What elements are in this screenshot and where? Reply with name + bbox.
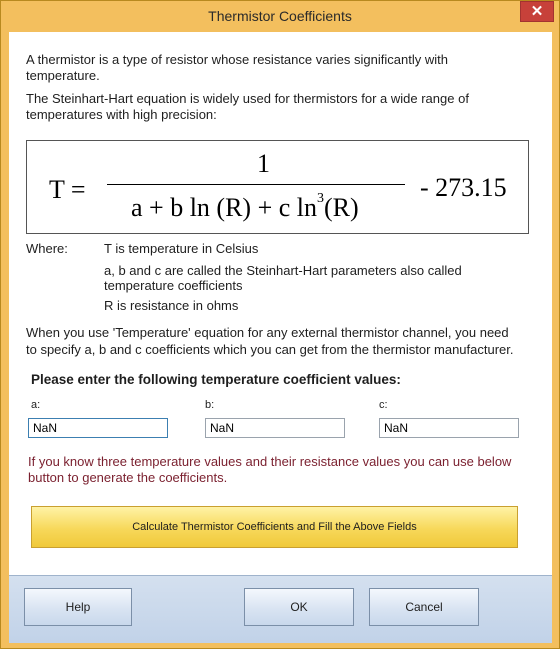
where-line-2: a, b and c are called the Steinhart-Hart… bbox=[104, 263, 462, 278]
cancel-button[interactable]: Cancel bbox=[369, 588, 479, 626]
dialog-content: A thermistor is a type of resistor whose… bbox=[9, 32, 552, 575]
button-bar: Help OK Cancel bbox=[9, 575, 552, 643]
formula-exponent: 3 bbox=[317, 191, 325, 207]
help-button[interactable]: Help bbox=[24, 588, 132, 626]
formula-denominator: a + b ln (R) + c ln3(R) bbox=[131, 191, 359, 223]
field-c-label: c: bbox=[379, 399, 388, 411]
usage-line-2: to specify a, b and c coefficients which… bbox=[26, 342, 514, 357]
intro-line-3: The Steinhart-Hart equation is widely us… bbox=[26, 91, 469, 106]
formula-lhs: T = bbox=[49, 175, 86, 204]
thermistor-dialog: Thermistor Coefficients ✕ A thermistor i… bbox=[0, 0, 560, 649]
coefficient-b-input[interactable] bbox=[205, 418, 345, 438]
where-line-3: temperature coefficients bbox=[104, 278, 243, 293]
steinhart-hart-formula: T = 1 a + b ln (R) + c ln3(R) - 273.15 bbox=[26, 140, 529, 234]
intro-line-4: temperatures with high precision: bbox=[26, 107, 217, 122]
formula-denominator-part1: a + b ln (R) + c ln bbox=[131, 193, 318, 222]
formula-denominator-part2: (R) bbox=[324, 193, 359, 222]
formula-fraction-bar bbox=[107, 184, 405, 185]
close-button[interactable]: ✕ bbox=[520, 1, 554, 22]
field-a-label: a: bbox=[31, 399, 41, 411]
calculate-coefficients-button[interactable]: Calculate Thermistor Coefficients and Fi… bbox=[31, 506, 518, 548]
where-label: Where: bbox=[26, 241, 68, 256]
hint-line-2: button to generate the coefficients. bbox=[28, 470, 228, 485]
intro-line-2: temperature. bbox=[26, 68, 100, 83]
coefficient-prompt: Please enter the following temperature c… bbox=[31, 372, 401, 387]
title-bar[interactable]: Thermistor Coefficients ✕ bbox=[1, 1, 559, 32]
field-b-label: b: bbox=[205, 399, 215, 411]
intro-line-1: A thermistor is a type of resistor whose… bbox=[26, 52, 448, 67]
window-title: Thermistor Coefficients bbox=[208, 8, 352, 24]
ok-button[interactable]: OK bbox=[244, 588, 354, 626]
formula-numerator: 1 bbox=[257, 149, 270, 178]
coefficient-a-input[interactable] bbox=[28, 418, 168, 438]
coefficient-c-input[interactable] bbox=[379, 418, 519, 438]
where-line-1: T is temperature in Celsius bbox=[104, 241, 259, 256]
formula-constant: - 273.15 bbox=[420, 173, 507, 202]
usage-line-1: When you use 'Temperature' equation for … bbox=[26, 325, 509, 340]
close-icon: ✕ bbox=[530, 3, 544, 20]
where-line-4: R is resistance in ohms bbox=[104, 298, 239, 313]
hint-line-1: If you know three temperature values and… bbox=[28, 454, 512, 469]
